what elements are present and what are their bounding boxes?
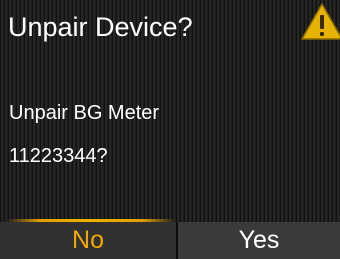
warning-icon bbox=[301, 3, 340, 40]
softkey-bar: No Yes bbox=[0, 219, 340, 259]
dialog-title: Unpair Device? bbox=[8, 12, 193, 42]
yes-button[interactable]: Yes bbox=[178, 222, 340, 259]
message-line-serial: 11223344? bbox=[9, 145, 108, 167]
message-line-device: Unpair BG Meter bbox=[9, 102, 160, 124]
no-button[interactable]: No bbox=[0, 222, 176, 259]
unpair-device-screen: Unpair Device? Unpair BG Meter 11223344?… bbox=[0, 0, 340, 259]
